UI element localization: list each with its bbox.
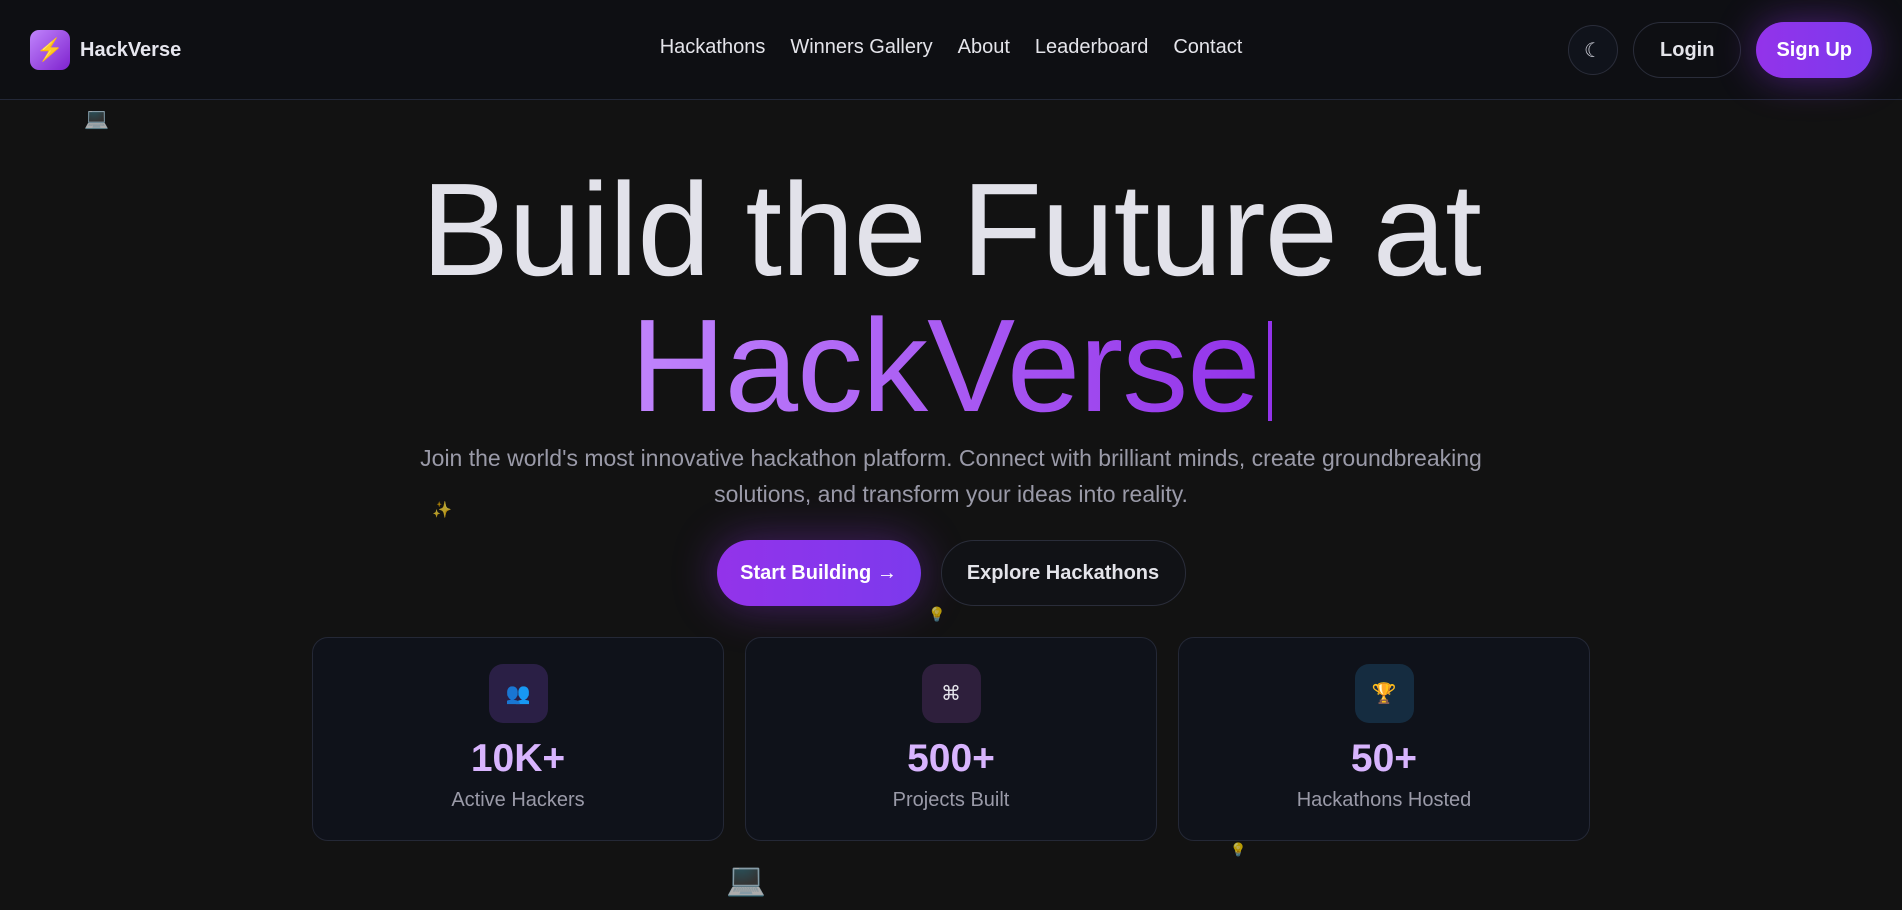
nav-link-hackathons[interactable]: Hackathons — [660, 36, 766, 59]
start-building-button[interactable]: Start Building → — [716, 540, 921, 606]
laptop-icon: 💻 — [84, 108, 109, 130]
stats-cards: 👥 10K+ Active Hackers ⌘ 500+ Projects Bu… — [312, 637, 1590, 841]
explore-hackathons-button[interactable]: Explore Hackathons — [940, 540, 1186, 606]
users-icon: 👥 — [488, 664, 548, 723]
hero-title-line1: Build the Future at — [421, 156, 1482, 303]
stat-value: 50+ — [1350, 737, 1418, 780]
hero-title-line2: HackVerse — [0, 296, 1902, 436]
trophy-icon: 🏆 — [1354, 664, 1414, 723]
lightbulb-icon: 💡 — [928, 606, 946, 622]
stat-label: Active Hackers — [451, 789, 585, 811]
theme-toggle-button[interactable]: ☾ — [1568, 25, 1619, 75]
nav-link-contact[interactable]: Contact — [1173, 36, 1242, 59]
hero-subtitle: Join the world's most innovative hackath… — [420, 445, 1482, 507]
laptop-icon: 💻 — [726, 861, 766, 897]
command-icon: ⌘ — [921, 664, 981, 723]
stat-value: 10K+ — [470, 737, 566, 780]
hero-brand-text: HackVerse — [630, 292, 1260, 439]
stat-value: 500+ — [907, 737, 995, 780]
login-button[interactable]: Login — [1633, 22, 1742, 78]
moon-icon: ☾ — [1584, 39, 1602, 62]
stat-card-hackers: 👥 10K+ Active Hackers — [312, 637, 724, 841]
stat-card-hackathons: 🏆 50+ Hackathons Hosted — [1178, 637, 1590, 841]
navbar: ⚡ HackVerse Hackathons Winners Gallery A… — [0, 0, 1902, 100]
stat-label: Projects Built — [892, 789, 1010, 811]
typing-cursor — [1267, 321, 1272, 421]
nav-link-about[interactable]: About — [958, 36, 1010, 59]
signup-button[interactable]: Sign Up — [1756, 22, 1872, 78]
nav-link-leaderboard[interactable]: Leaderboard — [1035, 36, 1148, 59]
stat-card-projects: ⌘ 500+ Projects Built — [745, 637, 1157, 841]
nav-link-winners-gallery[interactable]: Winners Gallery — [790, 36, 932, 59]
stat-label: Hackathons Hosted — [1296, 789, 1472, 811]
lightbulb-icon: 💡 — [1230, 842, 1247, 857]
